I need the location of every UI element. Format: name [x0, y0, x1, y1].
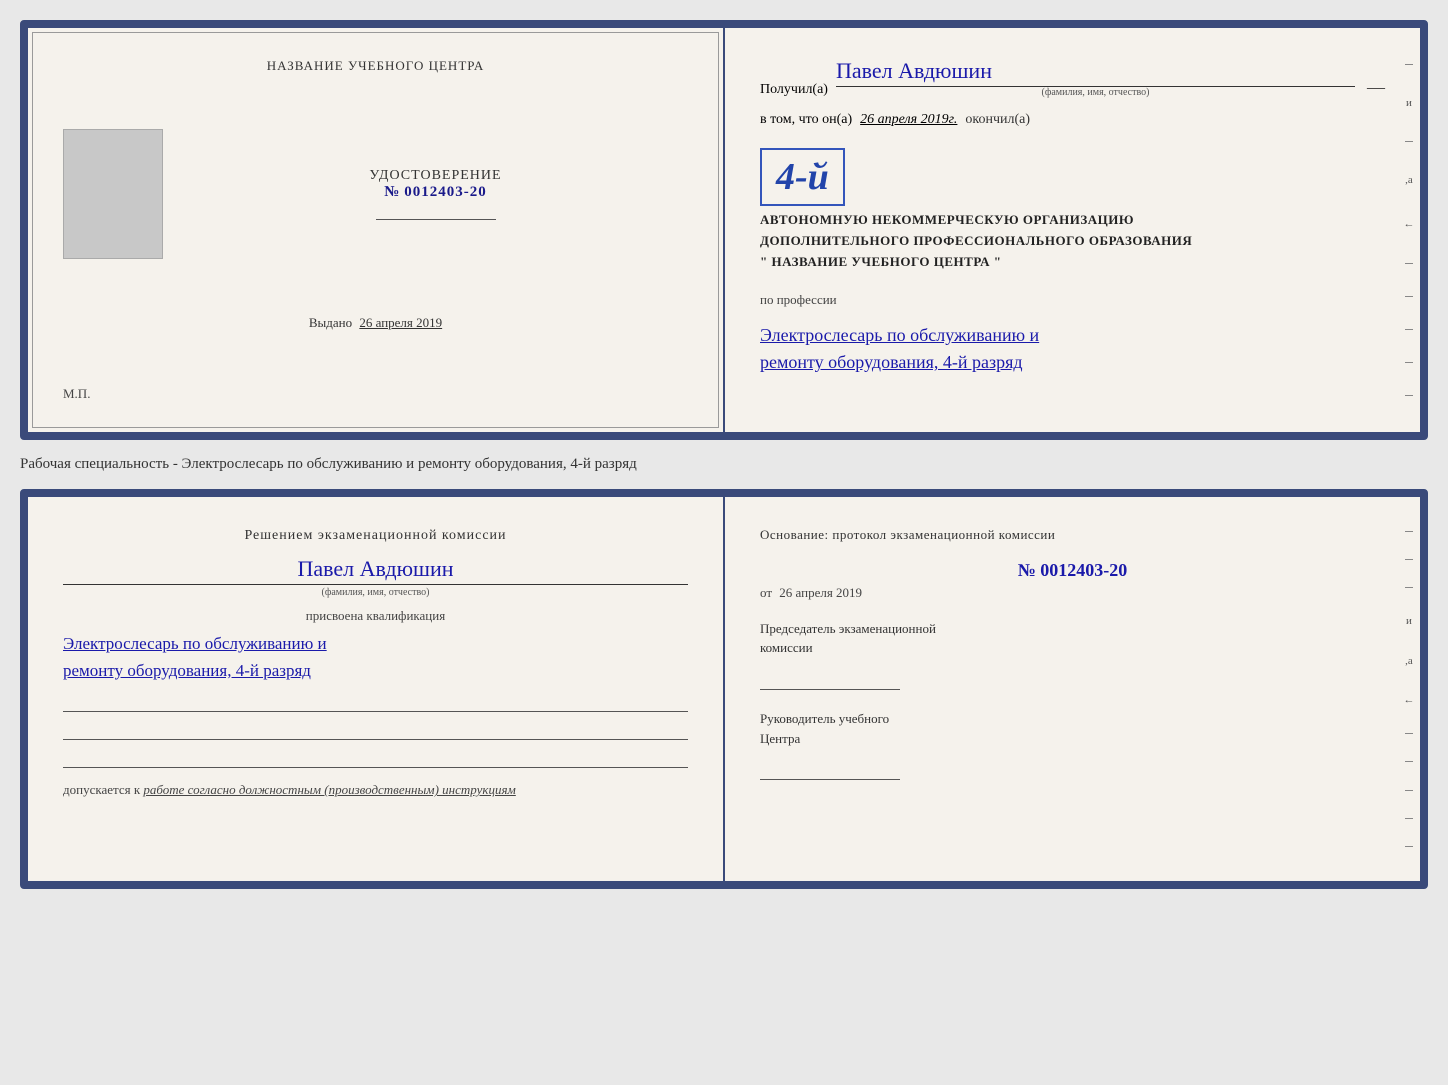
left-mid-content: УДОСТОВЕРЕНИЕ № 0012403-20 [183, 168, 688, 220]
tick7 [1405, 395, 1413, 396]
photo-placeholder [63, 129, 163, 259]
tick-a: ,а [1405, 174, 1413, 186]
qual-num-value: 0012403-20 [1040, 560, 1127, 580]
rukov-section: Руководитель учебного Центра [760, 709, 1385, 786]
predsedatel-line1: Председатель экзаменационной [760, 619, 1385, 639]
btick6 [1405, 790, 1413, 791]
vtom-label: в том, что он(а) [760, 112, 852, 128]
prof-line1: Электрослесарь по обслуживанию и [760, 322, 1385, 349]
stamp-box: 4-й [760, 148, 845, 206]
tick-arrow: ← [1404, 218, 1415, 230]
middle-text: Рабочая специальность - Электрослесарь п… [20, 452, 1428, 477]
recipient-name: Павел Авдюшин [836, 58, 1355, 87]
btick3 [1405, 587, 1413, 588]
ot-prefix: от [760, 585, 772, 600]
predsedatel-line2: комиссии [760, 638, 1385, 658]
qual-left: Решением экзаменационной комиссии Павел … [28, 497, 725, 881]
stamp-grade: 4-й [776, 158, 829, 196]
bottom-booklet: Решением экзаменационной комиссии Павел … [20, 489, 1428, 889]
tick2 [1405, 141, 1413, 142]
tick3 [1405, 263, 1413, 264]
prof-line2: ремонту оборудования, 4-й разряд [760, 349, 1385, 376]
underline1 [63, 690, 688, 712]
qual-line2: ремонту оборудования, 4-й разряд [63, 657, 688, 684]
udost-section: УДОСТОВЕРЕНИЕ № 0012403-20 [369, 168, 501, 201]
osnov-title: Основание: протокол экзаменационной коми… [760, 525, 1385, 546]
mp-label: М.П. [63, 386, 90, 402]
dopusk-text: работе согласно должностным (производств… [143, 782, 515, 797]
poluchil-row: Получил(a) Павел Авдюшин (фамилия, имя, … [760, 58, 1385, 98]
auto-section: АВТОНОМНУЮ НЕКОММЕРЧЕСКУЮ ОРГАНИЗАЦИЮ ДО… [760, 210, 1385, 272]
booklet-right: Получил(a) Павел Авдюшин (фамилия, имя, … [725, 28, 1420, 432]
reshen-title: Решением экзаменационной комиссии [63, 525, 688, 546]
vydano-date: 26 апреля 2019 [359, 315, 442, 330]
tick1 [1405, 64, 1413, 65]
prisvoena-text: присвоена квалификация [63, 608, 688, 624]
vtom-row: в том, что он(а) 26 апреля 2019г. окончи… [760, 112, 1385, 128]
tick4 [1405, 296, 1413, 297]
ot-line: от 26 апреля 2019 [760, 585, 1385, 601]
top-booklet: НАЗВАНИЕ УЧЕБНОГО ЦЕНТРА УДОСТОВЕРЕНИЕ №… [20, 20, 1428, 440]
vydano-label: Выдано [309, 315, 352, 330]
rukov-sig-line [760, 758, 900, 780]
poluchil-label: Получил(a) [760, 82, 828, 98]
professiya-text: Электрослесарь по обслуживанию и ремонту… [760, 322, 1385, 376]
underline3 [63, 746, 688, 768]
left-photo-row: УДОСТОВЕРЕНИЕ № 0012403-20 [63, 129, 688, 259]
left-title: НАЗВАНИЕ УЧЕБНОГО ЦЕНТРА [267, 58, 484, 74]
btick8 [1405, 846, 1413, 847]
rukov-line1: Руководитель учебного [760, 709, 1385, 729]
udost-number: 0012403-20 [404, 184, 487, 201]
qual-number: № 0012403-20 [760, 560, 1385, 581]
qual-num-prefix: № [1018, 560, 1036, 580]
underline2 [63, 718, 688, 740]
tick5 [1405, 329, 1413, 330]
btick-i: и [1406, 615, 1412, 627]
tick-i: и [1406, 97, 1412, 109]
right-ticks-bottom: и ,а ← [1404, 517, 1414, 861]
stamp-area: 4-й АВТОНОМНУЮ НЕКОММЕРЧЕСКУЮ ОРГАНИЗАЦИ… [760, 142, 1385, 278]
rukov-line2: Центра [760, 729, 1385, 749]
btick1 [1405, 531, 1413, 532]
dopusk-label: допускается к [63, 782, 140, 797]
qual-name: Павел Авдюшин [63, 556, 688, 585]
btick5 [1405, 761, 1413, 762]
po-professii-label: по профессии [760, 292, 1385, 308]
dopusk-section: допускается к работе согласно должностны… [63, 782, 688, 798]
stamp-line1: АВТОНОМНУЮ НЕКОММЕРЧЕСКУЮ ОРГАНИЗАЦИЮ [760, 210, 1385, 231]
fio-hint-top: (фамилия, имя, отчество) [836, 87, 1355, 98]
qual-line1: Электрослесарь по обслуживанию и [63, 630, 688, 657]
predsedatel-sig-line [760, 668, 900, 690]
btick7 [1405, 818, 1413, 819]
page-wrapper: НАЗВАНИЕ УЧЕБНОГО ЦЕНТРА УДОСТОВЕРЕНИЕ №… [20, 20, 1428, 889]
qual-text: Электрослесарь по обслуживанию и ремонту… [63, 630, 688, 684]
btick-arrow: ← [1404, 694, 1415, 706]
dash-top: — [1367, 77, 1385, 98]
predsedatel-section: Председатель экзаменационной комиссии [760, 619, 1385, 696]
right-ticks-top: и ,а ← [1404, 48, 1414, 412]
okonchil-label: окончил(а) [965, 112, 1030, 128]
qual-fio-hint: (фамилия, имя, отчество) [63, 587, 688, 598]
number-prefix: № [384, 184, 400, 201]
tick6 [1405, 362, 1413, 363]
udost-title: УДОСТОВЕРЕНИЕ [369, 168, 501, 184]
booklet-left: НАЗВАНИЕ УЧЕБНОГО ЦЕНТРА УДОСТОВЕРЕНИЕ №… [28, 28, 725, 432]
stamp-line3: " НАЗВАНИЕ УЧЕБНОГО ЦЕНТРА " [760, 252, 1385, 273]
ot-date: 26 апреля 2019 [779, 585, 862, 600]
stamp-line2: ДОПОЛНИТЕЛЬНОГО ПРОФЕССИОНАЛЬНОГО ОБРАЗО… [760, 231, 1385, 252]
btick-a: ,а [1405, 655, 1413, 667]
vtom-date: 26 апреля 2019г. [860, 112, 957, 128]
btick2 [1405, 559, 1413, 560]
qual-right: Основание: протокол экзаменационной коми… [725, 497, 1420, 881]
btick4 [1405, 733, 1413, 734]
vydano-section: Выдано 26 апреля 2019 [309, 315, 442, 331]
